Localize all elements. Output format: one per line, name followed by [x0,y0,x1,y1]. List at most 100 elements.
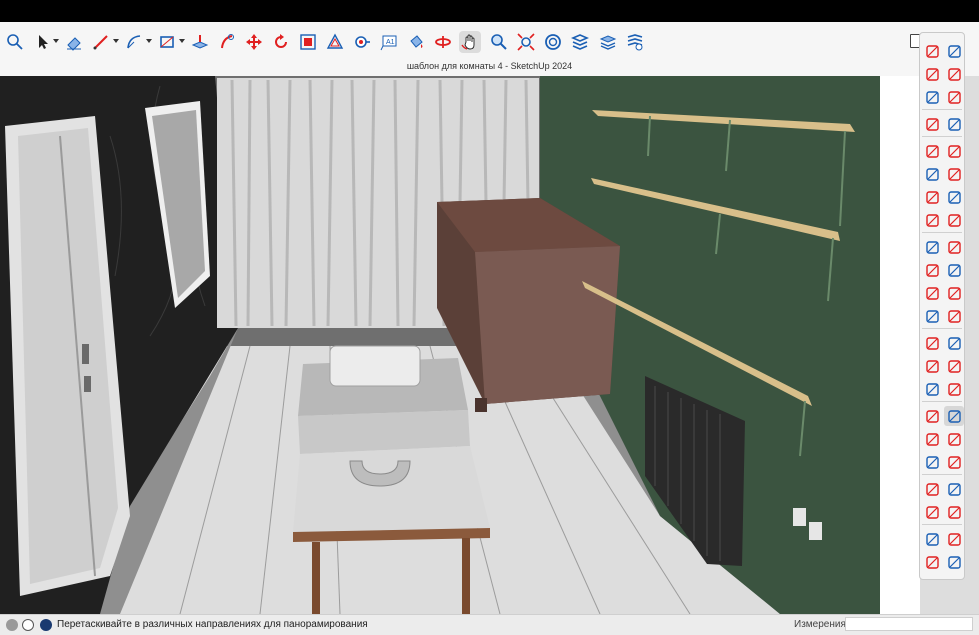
tool-group-separator [922,401,962,402]
table-leg-right [462,538,470,614]
geo-location-icon[interactable] [6,619,18,631]
extension-warehouse-icon[interactable] [569,31,591,53]
line-icon[interactable] [90,31,112,53]
cabinet-front [475,246,620,404]
select-dropdown-caret[interactable] [53,39,59,43]
bolster-roll [329,345,421,387]
door-handle-bottom [84,376,91,392]
tool-group-separator [922,232,962,233]
eraser-icon[interactable] [63,31,85,53]
zoom-extents-icon[interactable] [515,31,537,53]
extension-warehouse-icon[interactable] [944,529,964,549]
rectangle-icon[interactable] [922,141,942,161]
tool-group-separator [922,524,962,525]
extension-manager-icon[interactable] [624,31,646,53]
credits-icon[interactable] [40,619,52,631]
paint-bucket-icon[interactable] [922,64,942,84]
measurements-label: Измерения [794,619,846,630]
3d-text-icon[interactable] [944,379,964,399]
look-around-icon[interactable] [922,502,942,522]
3d-warehouse-icon[interactable] [542,31,564,53]
3d-warehouse-icon[interactable] [922,529,942,549]
status-bar: Перетаскивайте в различных направлениях … [0,614,979,635]
move-icon[interactable] [243,31,265,53]
circle-icon[interactable] [922,164,942,184]
pan-icon[interactable] [944,406,964,426]
zoom-icon[interactable] [488,31,510,53]
arc-icon[interactable] [123,31,145,53]
info-icon[interactable] [22,619,34,631]
extension-manager-icon[interactable] [944,552,964,572]
edit-icon[interactable] [944,87,964,107]
two-point-arc-icon[interactable] [944,187,964,207]
tool-group-separator [922,328,962,329]
text-icon[interactable] [944,356,964,376]
push-pull-icon[interactable] [189,31,211,53]
previous-view-icon[interactable] [944,452,964,472]
position-camera-icon[interactable] [922,479,942,499]
scale-icon[interactable] [922,283,942,303]
viewport-edge [880,76,920,614]
flip-icon[interactable] [922,306,942,326]
svg-text:A1: A1 [386,39,395,46]
section-icon[interactable] [944,502,964,522]
3d-viewport[interactable] [0,76,979,614]
walk-icon[interactable] [944,479,964,499]
socket-1 [793,508,806,526]
offset-icon[interactable] [324,31,346,53]
rectangle-dropdown-caret[interactable] [179,39,185,43]
tool-palette [919,32,965,580]
tool-group-separator [922,109,962,110]
window-title: шаблон для комнаты 4 - SketchUp 2024 [0,58,979,76]
table-leg-left [312,542,320,614]
door-handle-top [82,344,89,364]
room-scene [0,76,920,614]
follow-me-icon[interactable] [944,260,964,280]
pie-icon[interactable] [944,210,964,230]
select-icon[interactable] [922,41,942,61]
offset-icon[interactable] [944,283,964,303]
zoom-extents-icon[interactable] [922,452,942,472]
arc-icon[interactable] [922,187,942,207]
tape-measure-icon[interactable] [351,31,373,53]
search-icon[interactable] [4,31,26,53]
measurements-input[interactable] [845,617,973,631]
rotate-icon[interactable] [270,31,292,53]
zoom-icon[interactable] [922,429,942,449]
select-icon[interactable] [32,31,54,53]
socket-2 [809,522,822,540]
three-point-arc-icon[interactable] [922,210,942,230]
orbit-icon[interactable] [432,31,454,53]
lasso-icon[interactable] [944,41,964,61]
protractor-icon[interactable] [922,356,942,376]
eraser-icon[interactable] [944,64,964,84]
layout-icon[interactable] [922,552,942,572]
axes-icon[interactable] [922,379,942,399]
scale-icon[interactable] [297,31,319,53]
push-pull-icon[interactable] [944,237,964,257]
macos-menu-bar [0,0,979,22]
move-icon[interactable] [922,237,942,257]
text-icon[interactable]: A1 [378,31,400,53]
layout-icon[interactable] [597,31,619,53]
section-plane-icon[interactable] [944,306,964,326]
rotate-icon[interactable] [922,260,942,280]
orbit-icon[interactable] [922,406,942,426]
rotated-rectangle-icon[interactable] [944,141,964,161]
follow-me-icon[interactable] [216,31,238,53]
cabinet-leg [475,398,487,412]
tape-measure-icon[interactable] [922,333,942,353]
dimension-icon[interactable] [944,333,964,353]
rectangle-icon[interactable] [156,31,178,53]
status-hint: Перетаскивайте в различных направлениях … [57,619,368,630]
polygon-icon[interactable] [944,164,964,184]
zoom-window-icon[interactable] [944,429,964,449]
arc-dropdown-caret[interactable] [146,39,152,43]
paint-bucket-icon[interactable] [405,31,427,53]
line-dropdown-caret[interactable] [113,39,119,43]
freehand-icon[interactable] [944,114,964,134]
main-toolbar: A1 [0,22,979,62]
tag-icon[interactable] [922,87,942,107]
line-icon[interactable] [922,114,942,134]
pan-icon[interactable] [459,31,481,53]
